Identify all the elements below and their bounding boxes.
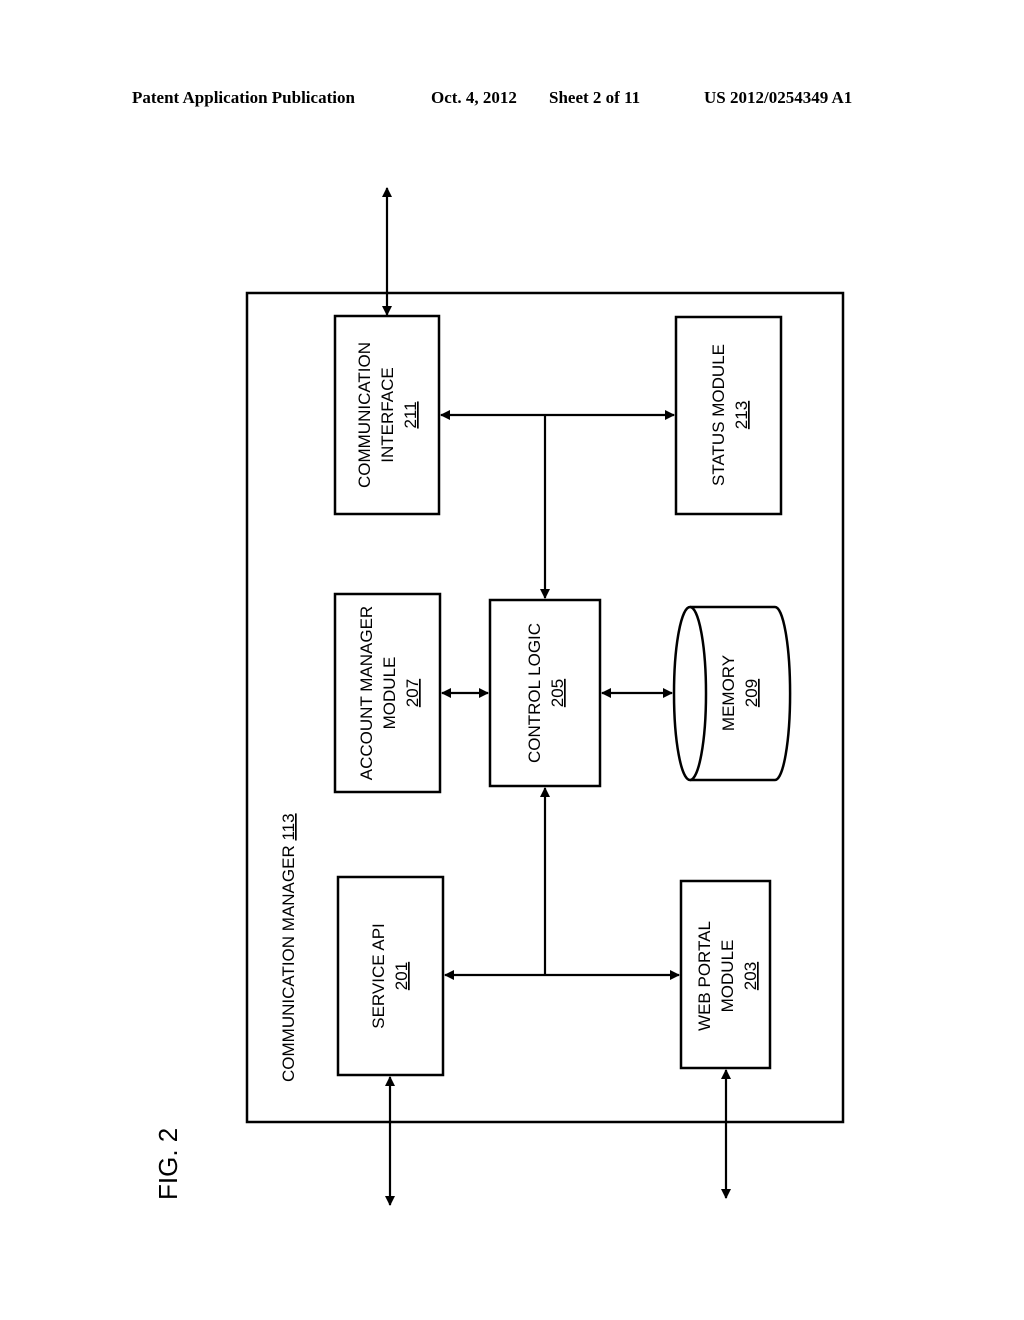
block-service-api: SERVICE API 201 xyxy=(336,875,445,1077)
ref-203: 203 xyxy=(741,962,760,990)
svg-text:STATUS MODULE: STATUS MODULE xyxy=(709,344,728,486)
svg-text:MEMORY: MEMORY xyxy=(719,655,738,731)
block-diagram: COMMUNICATION MANAGER 113 COMMUNICATION … xyxy=(153,187,845,1206)
ref-209: 209 xyxy=(742,679,761,707)
svg-text:CONTROL LOGIC: CONTROL LOGIC xyxy=(525,623,544,763)
svg-text:COMMUNICATION: COMMUNICATION xyxy=(355,342,374,488)
ref-201: 201 xyxy=(392,962,411,990)
block-memory: MEMORY 209 xyxy=(672,605,792,782)
svg-text:ACCOUNT MANAGER: ACCOUNT MANAGER xyxy=(357,606,376,780)
svg-text:MODULE: MODULE xyxy=(718,940,737,1013)
block-status-module: STATUS MODULE 213 xyxy=(674,315,783,516)
container-label: COMMUNICATION MANAGER 113 xyxy=(279,813,298,1082)
svg-text:MODULE: MODULE xyxy=(380,657,399,730)
ref-205: 205 xyxy=(548,679,567,707)
svg-text:SERVICE API: SERVICE API xyxy=(369,923,388,1029)
ref-207: 207 xyxy=(403,679,422,707)
ref-213: 213 xyxy=(732,401,751,429)
svg-text:WEB PORTAL: WEB PORTAL xyxy=(695,921,714,1031)
block-control-logic: CONTROL LOGIC 205 xyxy=(488,598,602,788)
block-account-manager-module: ACCOUNT MANAGER MODULE 207 xyxy=(333,592,442,794)
svg-text:INTERFACE: INTERFACE xyxy=(378,367,397,462)
ref-211: 211 xyxy=(401,401,420,428)
figure-label: FIG. 2 xyxy=(153,1128,183,1200)
block-communication-interface: COMMUNICATION INTERFACE 211 xyxy=(333,314,441,516)
block-web-portal-module: WEB PORTAL MODULE 203 xyxy=(679,879,772,1070)
